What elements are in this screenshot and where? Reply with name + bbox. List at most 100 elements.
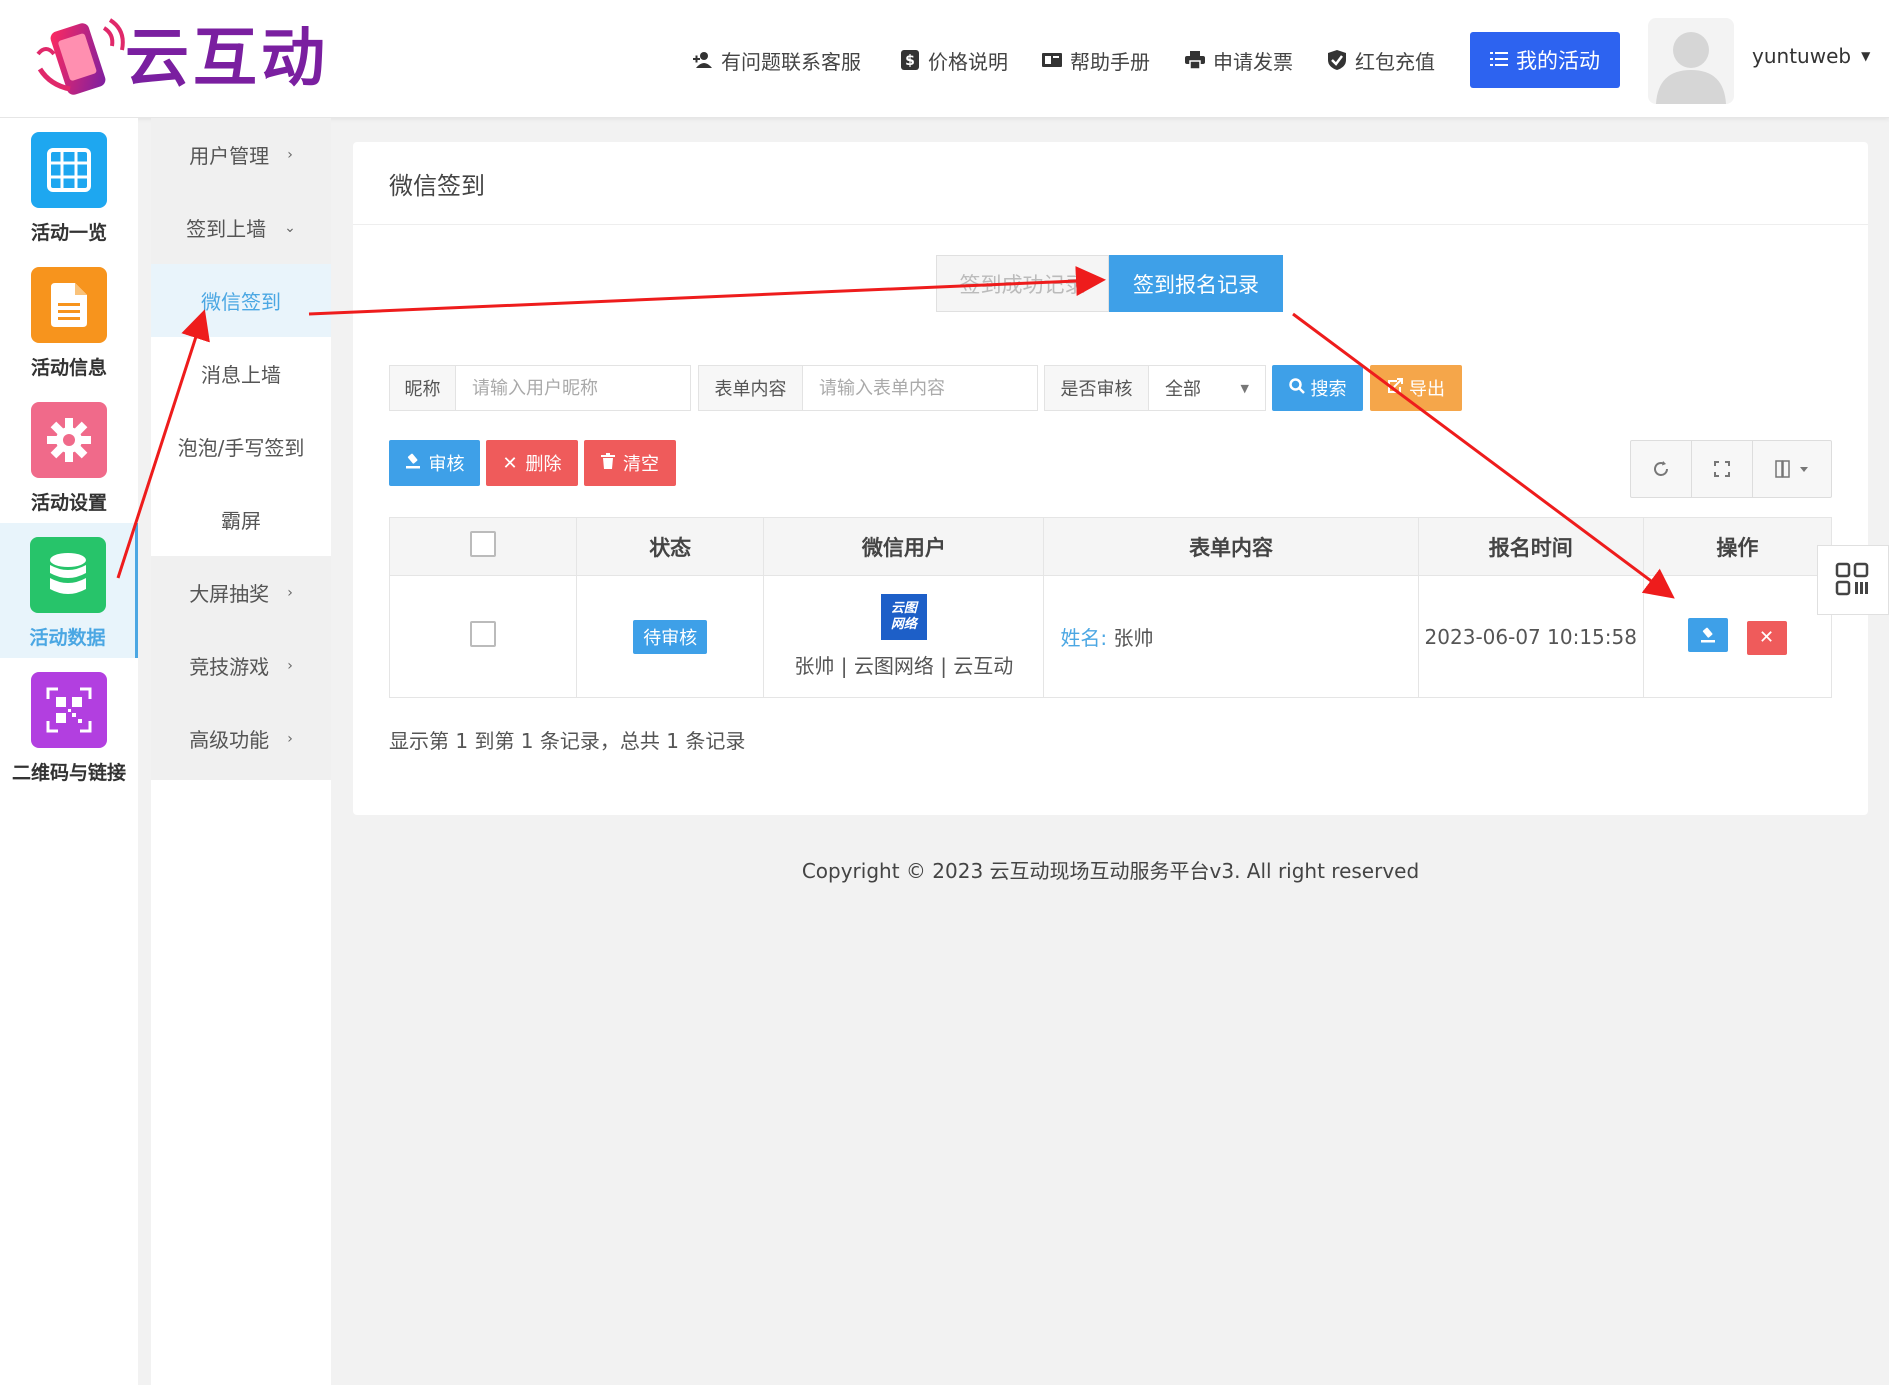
columns-toggle-icon[interactable] xyxy=(1753,441,1831,497)
top-header: 云互动 有问题联系客服 $ 价格说明 帮助手册 申请发票 红包充值 我的活动 y… xyxy=(0,0,1889,118)
column-header[interactable]: 报名时间 xyxy=(1417,517,1644,576)
footer-copyright: Copyright © 2023 云互动现场互动服务平台v3. All righ… xyxy=(801,859,1420,883)
row-delete-button[interactable]: ✕ xyxy=(1746,620,1787,655)
nickname-input[interactable] xyxy=(456,366,690,410)
page-title: 微信签到 xyxy=(389,172,485,200)
dollar-icon: $ xyxy=(900,50,920,70)
submenu-dominate-screen[interactable]: 霸屏 xyxy=(151,483,331,556)
nickname-filter: 昵称 xyxy=(389,365,691,411)
avatar[interactable] xyxy=(1648,18,1734,104)
pagination-info: 显示第 1 到第 1 条记录，总共 1 条记录 xyxy=(389,729,746,753)
form-field-key: 姓名: xyxy=(1060,626,1108,650)
brand-name: 云互动 xyxy=(125,22,329,96)
rail-item-overview[interactable]: 活动一览 xyxy=(0,118,138,253)
rail-item-data[interactable]: 活动数据 xyxy=(0,523,138,658)
submenu-advanced[interactable]: 高级功能 › xyxy=(151,702,331,775)
nav-recharge[interactable]: 红包充值 xyxy=(1327,44,1435,76)
table-toolbar xyxy=(1630,440,1832,498)
form-label: 表单内容 xyxy=(699,366,803,410)
printer-icon xyxy=(1185,50,1205,70)
refresh-icon[interactable] xyxy=(1631,441,1692,497)
nav-customer-service[interactable]: 有问题联系客服 xyxy=(693,44,861,76)
form-input[interactable] xyxy=(803,366,1037,410)
status-badge: 待审核 xyxy=(633,619,708,654)
trash-icon xyxy=(601,452,615,474)
add-user-icon xyxy=(693,50,713,70)
my-activity-button[interactable]: 我的活动 xyxy=(1470,32,1620,88)
rail-label: 活动数据 xyxy=(29,627,106,649)
nav-label: 价格说明 xyxy=(928,49,1008,74)
search-icon xyxy=(1288,377,1305,399)
submenu-label: 微信签到 xyxy=(201,290,281,314)
fullscreen-icon[interactable] xyxy=(1692,441,1753,497)
submenu-label: 霸屏 xyxy=(221,509,261,533)
user-avatar[interactable]: 云图 网络 xyxy=(880,594,927,640)
rail-item-info[interactable]: 活动信息 xyxy=(0,253,138,388)
table-row: 待审核 云图 网络 张帅 | 云图网络 | 云互动 姓名: 张帅 2023-06… xyxy=(388,575,1833,698)
nav-help[interactable]: 帮助手册 xyxy=(1042,44,1150,76)
rail-item-qrcode[interactable]: 二维码与链接 xyxy=(0,658,138,793)
export-button-label: 导出 xyxy=(1409,379,1445,400)
review-button[interactable]: 审核 xyxy=(389,440,480,486)
wechat-user-cell: 云图 网络 张帅 | 云图网络 | 云互动 xyxy=(763,575,1045,698)
export-button[interactable]: 导出 xyxy=(1370,365,1462,411)
column-header[interactable]: 表单内容 xyxy=(1043,517,1419,576)
form-filter: 表单内容 xyxy=(698,365,1038,411)
column-header[interactable]: 状态 xyxy=(576,517,765,576)
caret-down-icon: ▼ xyxy=(1240,381,1249,395)
column-header[interactable]: 微信用户 xyxy=(763,517,1045,576)
nickname-label: 昵称 xyxy=(390,366,456,410)
submenu-games[interactable]: 竞技游戏 › xyxy=(151,629,331,702)
phone-logo-icon xyxy=(36,18,125,95)
signup-time-cell: 2023-06-07 10:15:58 xyxy=(1417,575,1644,698)
floating-qrcode-button[interactable] xyxy=(1817,545,1889,615)
export-icon xyxy=(1387,377,1403,399)
column-header[interactable]: 操作 xyxy=(1642,517,1833,576)
submenu-message-wall[interactable]: 消息上墙 xyxy=(151,337,331,410)
review-label: 是否审核 xyxy=(1045,366,1149,410)
select-all-checkbox[interactable] xyxy=(470,531,497,557)
qrcode-icon xyxy=(1835,562,1869,596)
rail-label: 活动一览 xyxy=(30,222,107,244)
nav-label: 申请发票 xyxy=(1213,49,1293,74)
review-select-value: 全部 xyxy=(1165,379,1201,400)
review-select[interactable]: 全部 ▼ xyxy=(1149,366,1265,410)
table-header-row: 状态 微信用户 表单内容 报名时间 操作 xyxy=(388,517,1833,576)
delete-button-label: 删除 xyxy=(525,454,562,475)
submenu-label: 竞技游戏 xyxy=(189,655,270,679)
submenu-label: 泡泡/手写签到 xyxy=(177,436,305,460)
document-icon xyxy=(31,267,107,343)
divider xyxy=(353,224,1868,225)
rail-label: 活动信息 xyxy=(30,357,107,379)
operation-cell: ✕ xyxy=(1642,575,1833,698)
nav-label: 有问题联系客服 xyxy=(721,49,861,74)
list-icon xyxy=(1490,48,1508,72)
submenu-user-management[interactable]: 用户管理 › xyxy=(151,118,331,191)
book-icon xyxy=(1042,50,1062,70)
rail-item-settings[interactable]: 活动设置 xyxy=(0,388,138,523)
form-content-cell: 姓名: 张帅 xyxy=(1043,575,1419,698)
submenu-wechat-checkin[interactable]: 微信签到 xyxy=(151,264,331,337)
nav-pricing[interactable]: $ 价格说明 xyxy=(900,44,1008,76)
search-button[interactable]: 搜索 xyxy=(1272,365,1363,411)
nav-invoice[interactable]: 申请发票 xyxy=(1185,44,1293,76)
submenu-lottery[interactable]: 大屏抽奖 › xyxy=(151,556,331,629)
avatar-text: 网络 xyxy=(890,617,917,632)
select-all-cell xyxy=(388,517,578,576)
tab-checkin-success[interactable]: 签到成功记录 xyxy=(936,255,1109,312)
submenu-checkin-wall[interactable]: 签到上墙 ⌄ xyxy=(151,191,331,264)
clear-button[interactable]: 清空 xyxy=(584,440,676,486)
tab-signup-records[interactable]: 签到报名记录 xyxy=(1109,255,1283,312)
my-activity-label: 我的活动 xyxy=(1516,49,1600,73)
user-menu[interactable]: yuntuweb ▼ xyxy=(1752,44,1870,68)
database-icon xyxy=(29,537,106,613)
row-review-button[interactable] xyxy=(1688,618,1729,653)
submenu-bubble-checkin[interactable]: 泡泡/手写签到 xyxy=(151,410,331,483)
chevron-right-icon: › xyxy=(287,584,293,601)
submenu: 用户管理 › 签到上墙 ⌄ 微信签到 消息上墙 泡泡/手写签到 霸屏 大屏抽奖 › 竞… xyxy=(151,118,331,780)
row-checkbox[interactable] xyxy=(470,621,497,647)
status-cell: 待审核 xyxy=(576,575,765,698)
submenu-label: 签到上墙 xyxy=(186,217,267,241)
delete-button[interactable]: ✕ 删除 xyxy=(486,440,578,486)
rail-label: 二维码与链接 xyxy=(11,762,126,784)
